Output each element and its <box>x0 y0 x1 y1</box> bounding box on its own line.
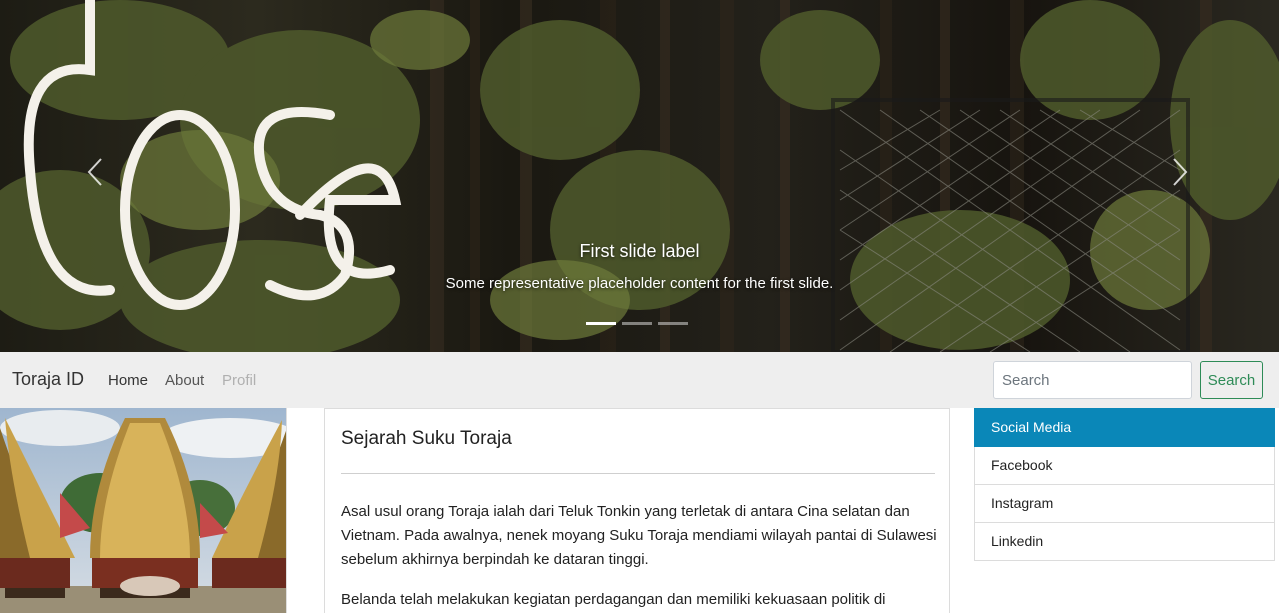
article-paragraph-1: Asal usul orang Toraja ialah dari Teluk … <box>341 503 937 568</box>
carousel-indicator-1[interactable] <box>586 322 616 325</box>
carousel-caption-text: Some representative placeholder content … <box>445 275 834 292</box>
search-button[interactable]: Search <box>1200 361 1263 399</box>
nav-link-about[interactable]: About <box>165 372 204 389</box>
chevron-right-icon <box>1173 158 1188 186</box>
carousel-indicator-2[interactable] <box>622 322 652 325</box>
carousel-prev-button[interactable] <box>75 150 115 194</box>
social-media-list: Social Media Facebook Instagram Linkedin <box>974 408 1275 561</box>
list-header-social-media[interactable]: Social Media <box>974 408 1275 447</box>
hero-carousel: First slide label Some representative pl… <box>0 0 1279 352</box>
navbar-brand[interactable]: Toraja ID <box>12 369 84 390</box>
navbar: Toraja ID Home About Profil Search <box>0 352 1279 408</box>
toraja-houses-image <box>0 408 287 613</box>
carousel-next-button[interactable] <box>1160 150 1200 194</box>
article-title: Sejarah Suku Toraja <box>341 428 512 449</box>
nav-link-home[interactable]: Home <box>108 372 148 389</box>
search-input[interactable] <box>993 361 1192 399</box>
article-divider <box>341 473 935 474</box>
chevron-left-icon <box>87 158 102 186</box>
article-paragraph-2: Belanda telah melakukan kegiatan perdaga… <box>341 591 886 608</box>
article-card: Sejarah Suku Toraja Asal usul orang Tora… <box>324 408 950 613</box>
carousel-slide-image <box>0 0 1279 352</box>
nav-link-profil[interactable]: Profil <box>222 372 256 389</box>
carousel-indicators <box>586 322 688 325</box>
list-item-linkedin[interactable]: Linkedin <box>974 523 1275 561</box>
carousel-caption-title: First slide label <box>579 241 700 261</box>
list-item-facebook[interactable]: Facebook <box>974 447 1275 485</box>
list-item-instagram[interactable]: Instagram <box>974 485 1275 523</box>
carousel-indicator-3[interactable] <box>658 322 688 325</box>
